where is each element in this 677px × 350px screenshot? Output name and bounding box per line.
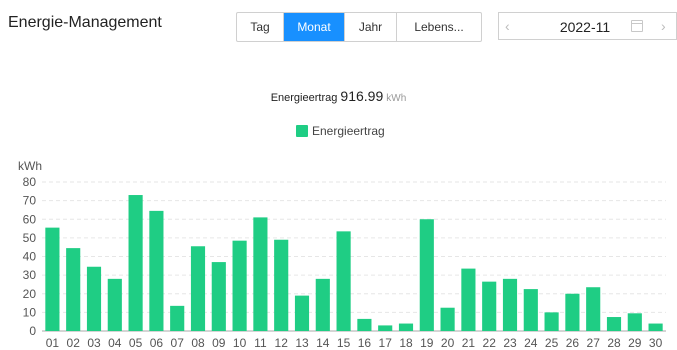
y-tick-label: 10 xyxy=(23,305,37,319)
x-tick-label: 10 xyxy=(233,336,247,350)
bar xyxy=(627,313,642,331)
bar xyxy=(128,195,143,331)
x-tick-label: 19 xyxy=(420,336,434,350)
x-tick-label: 12 xyxy=(275,336,289,350)
y-tick-label: 70 xyxy=(23,194,37,208)
x-tick-label: 29 xyxy=(628,336,642,350)
x-tick-label: 24 xyxy=(524,336,538,350)
x-tick-label: 27 xyxy=(587,336,601,350)
x-tick-label: 23 xyxy=(503,336,517,350)
bar xyxy=(648,323,663,331)
x-tick-label: 07 xyxy=(171,336,185,350)
bar xyxy=(357,318,372,331)
bar xyxy=(107,278,122,331)
bar-chart: kWh 0 10 20 30 40 50 60 70 80 01 02 03 04 05 06 07 08 09 10… xyxy=(18,159,666,350)
x-tick-label: 06 xyxy=(150,336,164,350)
y-tick-label: 0 xyxy=(29,324,36,338)
x-tick-label: 20 xyxy=(441,336,455,350)
bar xyxy=(419,219,434,331)
bar xyxy=(586,287,601,331)
x-tick-label: 26 xyxy=(566,336,580,350)
bar xyxy=(232,240,247,331)
x-tick-label: 02 xyxy=(67,336,81,350)
x-tick-label: 05 xyxy=(129,336,143,350)
x-tick-label: 11 xyxy=(254,336,267,350)
x-tick-label: 14 xyxy=(316,336,330,350)
x-tick-label: 13 xyxy=(295,336,309,350)
x-tick-label: 01 xyxy=(46,336,60,350)
x-tick-label: 08 xyxy=(191,336,205,350)
y-axis-label: kWh xyxy=(18,159,42,173)
bar xyxy=(461,268,476,331)
bar xyxy=(544,312,559,331)
bar xyxy=(502,278,518,331)
x-tick-label: 21 xyxy=(462,336,476,350)
bar xyxy=(190,246,206,331)
bar xyxy=(315,278,330,331)
x-tick-label: 16 xyxy=(358,336,372,350)
y-tick-label: 40 xyxy=(23,250,37,264)
y-tick-label: 30 xyxy=(23,268,37,282)
x-tick-label: 09 xyxy=(212,336,226,350)
bar xyxy=(149,210,164,331)
x-tick-label: 25 xyxy=(545,336,559,350)
bar xyxy=(440,307,455,331)
bar xyxy=(523,289,538,331)
bar xyxy=(606,317,622,331)
bar xyxy=(253,217,268,331)
bar xyxy=(211,262,226,331)
x-tick-label: 17 xyxy=(379,336,393,350)
bar xyxy=(565,293,580,331)
y-tick-label: 80 xyxy=(23,175,37,189)
bar xyxy=(378,325,393,331)
bar xyxy=(398,323,414,331)
bar xyxy=(482,281,497,331)
bar xyxy=(274,239,289,331)
y-tick-label: 60 xyxy=(23,212,37,226)
x-tick-label: 15 xyxy=(337,336,351,350)
bar xyxy=(294,295,310,331)
bar xyxy=(170,305,185,331)
y-tick-label: 50 xyxy=(23,231,37,245)
x-tick-label: 30 xyxy=(649,336,663,350)
x-tick-label: 03 xyxy=(87,336,101,350)
bar xyxy=(66,248,81,331)
x-tick-label: 18 xyxy=(399,336,413,350)
bar xyxy=(336,231,351,331)
y-tick-label: 20 xyxy=(23,287,37,301)
x-tick-label: 22 xyxy=(483,336,497,350)
x-tick-label: 04 xyxy=(108,336,122,350)
bar xyxy=(45,227,60,331)
x-tick-label: 28 xyxy=(607,336,621,350)
bar xyxy=(86,266,102,331)
